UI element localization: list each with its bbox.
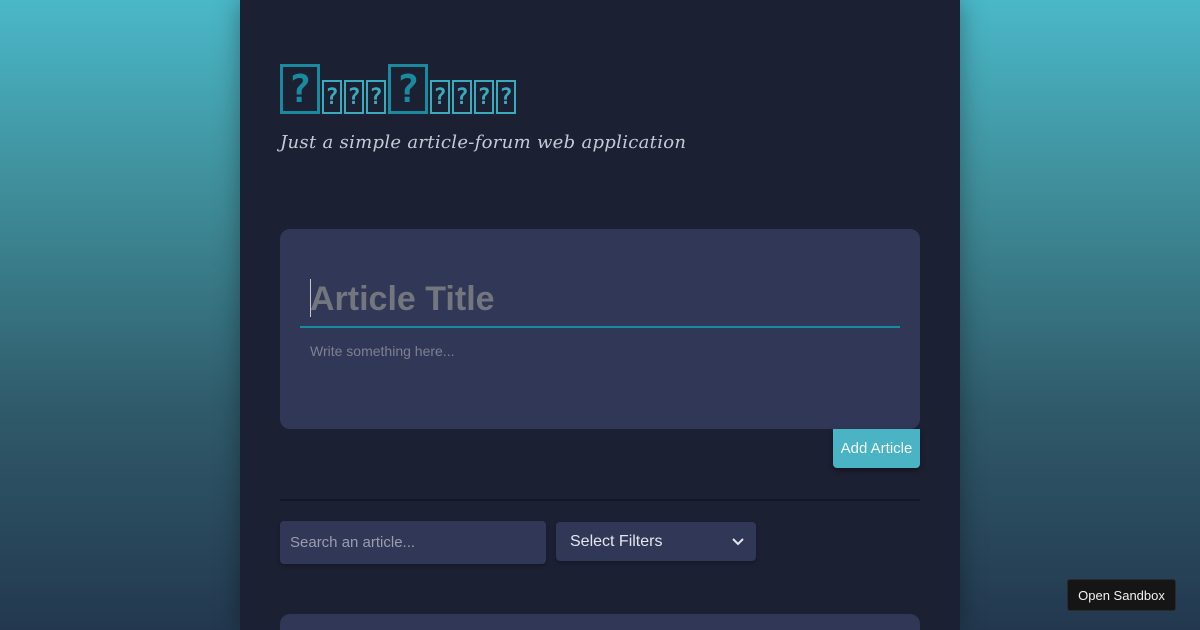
main-panel: ? ? ? ? ? ? ? ? ? Just a simple article-… xyxy=(240,0,960,630)
app-logo: ? ? ? ? ? ? ? ? ? xyxy=(280,64,516,114)
section-divider xyxy=(280,499,920,501)
chevron-down-icon xyxy=(732,535,744,549)
logo-glyph: ? xyxy=(496,80,516,114)
open-sandbox-button[interactable]: Open Sandbox xyxy=(1067,579,1176,611)
add-article-button[interactable]: Add Article xyxy=(833,429,920,468)
article-card[interactable] xyxy=(280,614,920,630)
logo-glyph: ? xyxy=(474,80,494,114)
logo-glyph: ? xyxy=(322,80,342,114)
app-tagline: Just a simple article-forum web applicat… xyxy=(280,132,687,153)
logo-glyph: ? xyxy=(280,64,320,114)
text-caret xyxy=(310,279,311,317)
logo-glyph: ? xyxy=(366,80,386,114)
logo-glyph: ? xyxy=(430,80,450,114)
filters-select[interactable]: Select Filters xyxy=(556,522,756,561)
search-input[interactable] xyxy=(280,521,546,564)
article-title-input[interactable] xyxy=(300,273,900,328)
filters-select-label: Select Filters xyxy=(570,532,663,550)
logo-glyph: ? xyxy=(452,80,472,114)
logo-glyph: ? xyxy=(344,80,364,114)
article-editor xyxy=(280,229,920,429)
article-body-input[interactable] xyxy=(300,339,900,419)
logo-glyph: ? xyxy=(388,64,428,114)
